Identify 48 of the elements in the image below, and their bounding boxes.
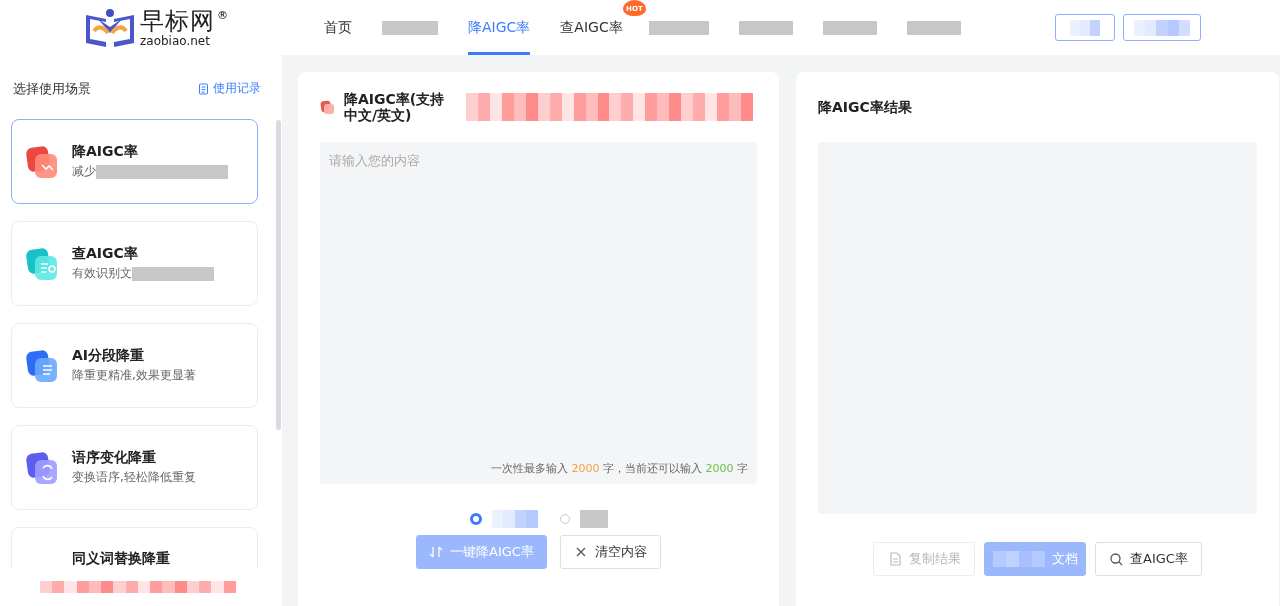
scene-title: 查AIGC率 xyxy=(72,245,139,264)
scene-icon xyxy=(320,99,336,115)
scene-card[interactable]: 查AIGC率 有效识别文 xyxy=(11,221,258,307)
search-icon xyxy=(1109,552,1124,566)
scene-card[interactable]: 降AIGC率 减少 xyxy=(11,119,258,205)
scene-title: 同义词替换降重 xyxy=(72,550,170,568)
history-link[interactable]: 使用记录 xyxy=(198,80,261,98)
account-button[interactable] xyxy=(1123,14,1201,41)
registered-mark: ® xyxy=(217,8,228,22)
scene-description: 降重更精准,效果更显著 xyxy=(72,367,196,385)
scene-card[interactable]: 语序变化降重 变换语序,轻松降低重复 xyxy=(11,425,258,511)
account-button[interactable] xyxy=(1055,14,1115,41)
scene-card[interactable]: AI分段降重 降重更精准,效果更显著 xyxy=(11,323,258,409)
scene-title: 语序变化降重 xyxy=(72,449,157,468)
logo-icon xyxy=(84,6,136,49)
close-icon xyxy=(574,545,588,559)
sidebar-title: 选择使用场景 xyxy=(13,79,91,98)
blurred-text xyxy=(738,20,793,35)
blurred-text xyxy=(579,510,608,528)
document-icon xyxy=(198,82,209,95)
scene-description: 有效识别文 xyxy=(72,265,132,283)
nav-tab[interactable]: 查AIGC率 xyxy=(560,0,623,55)
scene-card[interactable]: 同义词替换降重 xyxy=(11,527,258,568)
logo-domain: zaobiao.net xyxy=(140,34,211,47)
blurred-text xyxy=(822,20,877,35)
panel-title: 降AIGC率结果 xyxy=(818,99,912,115)
nav-tab[interactable]: 首页 xyxy=(324,0,352,55)
blurred-text xyxy=(1070,19,1100,36)
logo-name: 早标网 xyxy=(140,8,215,33)
blurred-text xyxy=(648,20,709,35)
nav-tab[interactable]: 降AIGC率 xyxy=(468,0,531,55)
action-button[interactable]: 清空内容 xyxy=(560,535,661,569)
blurred-text xyxy=(906,20,961,35)
scene-title: 降AIGC率 xyxy=(72,143,139,162)
blurred-text xyxy=(491,510,538,528)
action-button[interactable]: 查AIGC率 xyxy=(1095,542,1202,576)
blurred-text xyxy=(1134,19,1190,36)
panel-title: 降AIGC率(支持中文/英文) xyxy=(344,91,446,123)
scene-title: AI分段降重 xyxy=(72,347,146,366)
scrollbar[interactable] xyxy=(276,120,281,430)
scene-description: 变换语序,轻松降低重复 xyxy=(72,469,196,487)
radio-button[interactable] xyxy=(559,514,570,524)
input-limit-note: 一次性最多输入 2000 字，当前还可以输入 2000 字 xyxy=(491,461,748,476)
document-icon xyxy=(887,552,902,566)
blurred-text xyxy=(382,20,438,35)
scene-description: 减少 xyxy=(72,163,96,181)
arrows-icon xyxy=(429,545,444,559)
radio-button[interactable] xyxy=(469,513,482,525)
